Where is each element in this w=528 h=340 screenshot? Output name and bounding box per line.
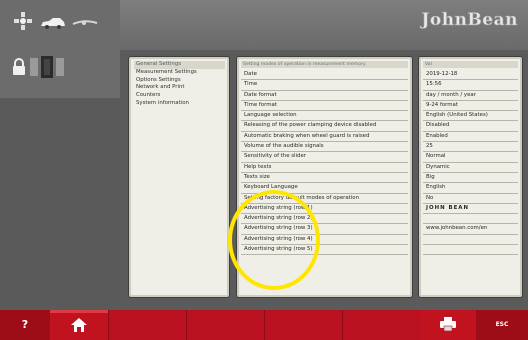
home-button[interactable] xyxy=(50,310,108,340)
left-panel xyxy=(0,0,120,310)
value-header: Val xyxy=(423,61,518,68)
setting-row-value[interactable] xyxy=(423,214,518,225)
setting-row-label[interactable]: Time format xyxy=(241,101,408,112)
mode-icons xyxy=(12,12,98,34)
lock-icon[interactable] xyxy=(12,58,26,80)
status-icons xyxy=(12,56,64,82)
help-button[interactable]: ? xyxy=(0,310,50,340)
balancer-icon[interactable] xyxy=(12,12,34,34)
setting-row-value[interactable]: Normal xyxy=(423,152,518,163)
bottom-slot-3[interactable] xyxy=(264,310,342,340)
setting-row-value[interactable]: 25 xyxy=(423,142,518,153)
setting-row-value[interactable]: No xyxy=(423,194,518,204)
menu-item-options-settings[interactable]: Options Settings xyxy=(134,77,225,85)
setting-row-value[interactable]: English (United States) xyxy=(423,111,518,122)
car-icon[interactable] xyxy=(40,14,66,33)
setting-row-value[interactable]: 2019-12-18 xyxy=(423,70,518,81)
description-header: Setting modes of operation in measuremen… xyxy=(241,61,408,68)
settings-content: General Settings Measurement Settings Op… xyxy=(120,50,528,310)
setting-row-label[interactable]: Date format xyxy=(241,91,408,101)
menu-item-system-information[interactable]: System information xyxy=(134,100,225,108)
setting-row-label[interactable]: Time xyxy=(241,80,408,91)
value-rows: 2019-12-18 15:56 day / month / year 9-24 fo… xyxy=(423,70,518,256)
setting-row-label[interactable]: Releasing of the power clamping device d… xyxy=(241,121,408,132)
menu-item-general-settings[interactable]: General Settings xyxy=(134,61,225,69)
setting-row-value[interactable]: JOHN BEAN xyxy=(423,204,518,215)
setting-row-value[interactable] xyxy=(423,245,518,256)
menu-item-measurement-settings[interactable]: Measurement Settings xyxy=(134,69,225,77)
setting-row-label[interactable]: Language selection xyxy=(241,111,408,122)
brand-logo: JohnBean xyxy=(421,10,518,31)
setting-row-value[interactable]: www.johnbean.com/en xyxy=(423,224,518,235)
setting-row-value[interactable]: 15:56 xyxy=(423,80,518,91)
setting-row-label[interactable]: Help texts xyxy=(241,163,408,173)
setting-row-label[interactable]: Date xyxy=(241,70,408,81)
bottom-slot-2[interactable] xyxy=(186,310,264,340)
home-icon xyxy=(71,317,87,336)
setting-row-value[interactable]: Enabled xyxy=(423,132,518,143)
menu-item-network-print[interactable]: Network and Print xyxy=(134,84,225,92)
setting-row-value[interactable]: day / month / year xyxy=(423,91,518,101)
print-button[interactable] xyxy=(420,310,476,340)
setting-row-value[interactable]: 9-24 format xyxy=(423,101,518,112)
setting-row-value[interactable]: English xyxy=(423,183,518,194)
setting-row-value[interactable] xyxy=(423,235,518,246)
setting-row-label[interactable]: Automatic braking when wheel guard is ra… xyxy=(241,132,408,143)
settings-value-column: Val 2019-12-18 15:56 day / month / year 9-2… xyxy=(418,56,523,298)
bottom-bar: ? ESC xyxy=(0,310,528,340)
setting-row-label[interactable]: Texts size xyxy=(241,173,408,184)
wheel-icon[interactable] xyxy=(72,14,98,33)
setting-row-value[interactable]: Dynamic xyxy=(423,163,518,173)
setting-row-label[interactable]: Volume of the audible signals xyxy=(241,142,408,153)
bottom-slot-1[interactable] xyxy=(108,310,186,340)
bottom-slot-4[interactable] xyxy=(342,310,420,340)
highlight-circle xyxy=(228,190,320,290)
setting-row-value[interactable]: Disabled xyxy=(423,121,518,132)
menu-item-counters[interactable]: Counters xyxy=(134,92,225,100)
setting-row-label[interactable]: Sensitivity of the slider xyxy=(241,152,408,163)
settings-menu: General Settings Measurement Settings Op… xyxy=(128,56,230,298)
setting-row-value[interactable]: Big xyxy=(423,173,518,184)
printer-icon xyxy=(440,316,456,335)
esc-button[interactable]: ESC xyxy=(476,310,528,340)
weight-icon[interactable] xyxy=(30,56,64,82)
